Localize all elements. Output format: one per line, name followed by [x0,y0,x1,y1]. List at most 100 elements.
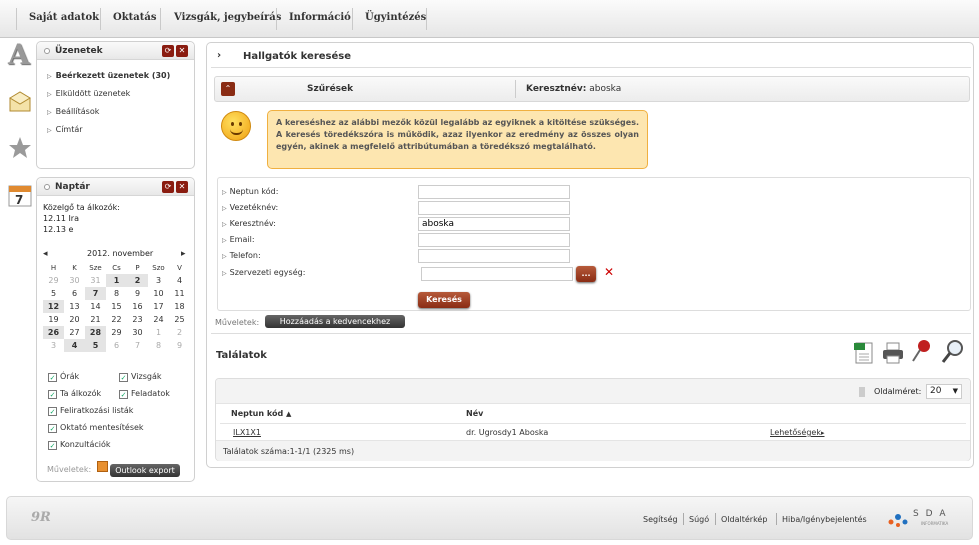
footer-link-help[interactable]: Segítség [643,515,678,524]
checkbox-vizsgak[interactable]: ✓ Vizsgák [119,372,162,382]
menu-item-sajat-adatok[interactable]: Saját adatok [29,12,99,23]
envelope-icon[interactable] [8,90,32,116]
calendar-day[interactable]: 4 [64,339,85,352]
calendar-day[interactable]: 17 [148,300,169,313]
column-header-name[interactable]: Név [466,409,483,418]
email-input[interactable] [418,233,570,247]
calendar-day[interactable]: 7 [127,339,148,352]
messages-item-inbox[interactable]: Beérkezett üzenetek (30) [47,71,171,80]
calendar-day[interactable]: 20 [64,313,85,326]
messages-item-sent[interactable]: Elküldött üzenetek [47,89,131,98]
calendar-day[interactable]: 30 [127,326,148,339]
org-unit-input[interactable] [421,267,573,281]
collapse-dot-icon[interactable] [44,184,50,190]
calendar-day[interactable]: 7 [85,287,106,300]
excel-export-icon[interactable] [853,341,875,368]
calendar-day[interactable]: 13 [64,300,85,313]
calendar-day[interactable]: 5 [85,339,106,352]
table-row[interactable]: ILX1X1 dr. Ugrosdy1 Aboska Lehetőségek▸ [216,424,970,440]
upcoming-item[interactable]: 12.11 Ira [43,214,79,223]
calendar-icon[interactable]: 7 [8,182,32,208]
menu-item-vizsgak[interactable]: Vizsgák, jegybeírás [174,12,281,23]
column-header-neptun[interactable]: Neptun kód ▲ [231,409,291,418]
menu-item-informacio[interactable]: Információ [289,12,351,23]
calendar-day[interactable]: 29 [43,274,64,287]
outlook-export-button[interactable]: Outlook export [110,464,180,477]
menu-item-oktatas[interactable]: Oktatás [113,12,156,23]
calendar-day[interactable]: 27 [64,326,85,339]
row-options-link[interactable]: Lehetőségek▸ [770,428,825,437]
footer-link-sitemap[interactable]: Oldaltérkép [721,515,767,524]
collapse-dot-icon[interactable] [44,48,50,54]
refresh-icon[interactable]: ⟳ [162,45,174,57]
calendar-day[interactable]: 4 [169,274,190,287]
calendar-day[interactable]: 8 [106,287,127,300]
calendar-day[interactable]: 2 [169,326,190,339]
footer-link-manual[interactable]: Súgó [689,515,709,524]
row-neptun-code[interactable]: ILX1X1 [233,428,261,437]
calendar-day[interactable]: 15 [106,300,127,313]
checkbox-talalkozok[interactable]: ✓ Ta álkozók [48,389,101,399]
close-icon[interactable]: ✕ [176,181,188,193]
calendar-day[interactable]: 24 [148,313,169,326]
calendar-day[interactable]: 1 [106,274,127,287]
calendar-day[interactable]: 30 [64,274,85,287]
calendar-day[interactable]: 18 [169,300,190,313]
collapse-up-icon[interactable]: ⌃ [221,82,235,96]
calendar-day[interactable]: 3 [43,339,64,352]
calendar-day[interactable]: 22 [106,313,127,326]
calendar-day[interactable]: 10 [148,287,169,300]
checkbox-feliratkozasi-listak[interactable]: ✓ Feliratkozási listák [48,406,133,416]
page-size-select[interactable]: 20 ▼ [926,384,962,399]
calendar-day[interactable]: 29 [106,326,127,339]
calendar-day[interactable]: 16 [127,300,148,313]
calendar-day[interactable]: 6 [106,339,127,352]
calendar-day[interactable]: 9 [127,287,148,300]
messages-item-settings[interactable]: Beállítások [47,107,100,116]
calendar-day[interactable]: 14 [85,300,106,313]
calendar-day[interactable]: 1 [148,326,169,339]
rss-icon[interactable] [97,461,108,472]
messages-item-addressbook[interactable]: Címtár [47,125,83,134]
neptun-code-input[interactable] [418,185,570,199]
calendar-day[interactable]: 25 [169,313,190,326]
phone-input[interactable] [418,249,570,263]
checkbox-oktato-mentesitesek[interactable]: ✓ Oktató mentesítések [48,423,144,433]
clear-icon[interactable]: ✕ [604,265,614,279]
menu-item-ugyintezes[interactable]: Ügyintézés [365,12,426,23]
firstname-input[interactable] [418,217,570,231]
calendar-day[interactable]: 31 [85,274,106,287]
calendar-day[interactable]: 5 [43,287,64,300]
calendar-day[interactable]: 26 [43,326,64,339]
calendar-day[interactable]: 3 [148,274,169,287]
calendar-day[interactable]: 2 [127,274,148,287]
calendar-day[interactable]: 9 [169,339,190,352]
calendar-day[interactable]: 6 [64,287,85,300]
calendar-day[interactable]: 8 [148,339,169,352]
pin-icon[interactable] [910,339,932,366]
calendar-day[interactable]: 12 [43,300,64,313]
upcoming-item[interactable]: 12.13 e [43,225,73,234]
next-month-icon[interactable]: ▸ [181,249,186,259]
footer-link-bugreport[interactable]: Hiba/Igénybejelentés [782,515,867,524]
calendar-day[interactable]: 28 [85,326,106,339]
prev-month-icon[interactable]: ◂ [43,249,48,259]
checkbox-feladatok[interactable]: ✓ Feladatok [119,389,170,399]
calendar-day[interactable]: 23 [127,313,148,326]
org-unit-picker-button[interactable]: ... [576,266,596,282]
close-icon[interactable]: ✕ [176,45,188,57]
refresh-icon[interactable]: ⟳ [162,181,174,193]
calendar-day[interactable]: 11 [169,287,190,300]
checkbox-konzultaciok[interactable]: ✓ Konzultációk [48,440,111,450]
search-icon[interactable] [941,339,965,368]
add-favorite-button[interactable]: Hozzáadás a kedvencekhez [265,315,405,328]
font-size-icon[interactable]: A [8,41,32,69]
star-icon[interactable] [8,136,32,162]
calendar-day[interactable]: 21 [85,313,106,326]
checkbox-orak[interactable]: ✓ Órák [48,372,79,382]
page-title: Hallgatók keresése [243,51,352,62]
print-icon[interactable] [881,342,905,367]
search-button[interactable]: Keresés [418,292,470,308]
calendar-day[interactable]: 19 [43,313,64,326]
lastname-input[interactable] [418,201,570,215]
